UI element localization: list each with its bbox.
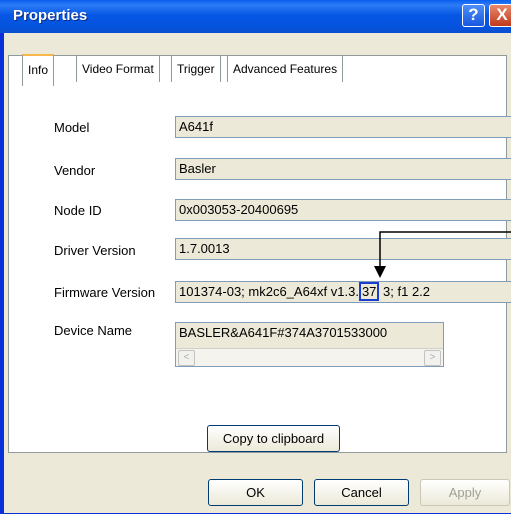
annotation-arrow-head	[374, 266, 386, 278]
cancel-button[interactable]: Cancel	[314, 479, 409, 506]
copy-to-clipboard-button[interactable]: Copy to clipboard	[207, 425, 340, 452]
annotation-arrow-line	[379, 231, 511, 268]
apply-button[interactable]: Apply	[420, 479, 510, 506]
ok-button[interactable]: OK	[208, 479, 303, 506]
